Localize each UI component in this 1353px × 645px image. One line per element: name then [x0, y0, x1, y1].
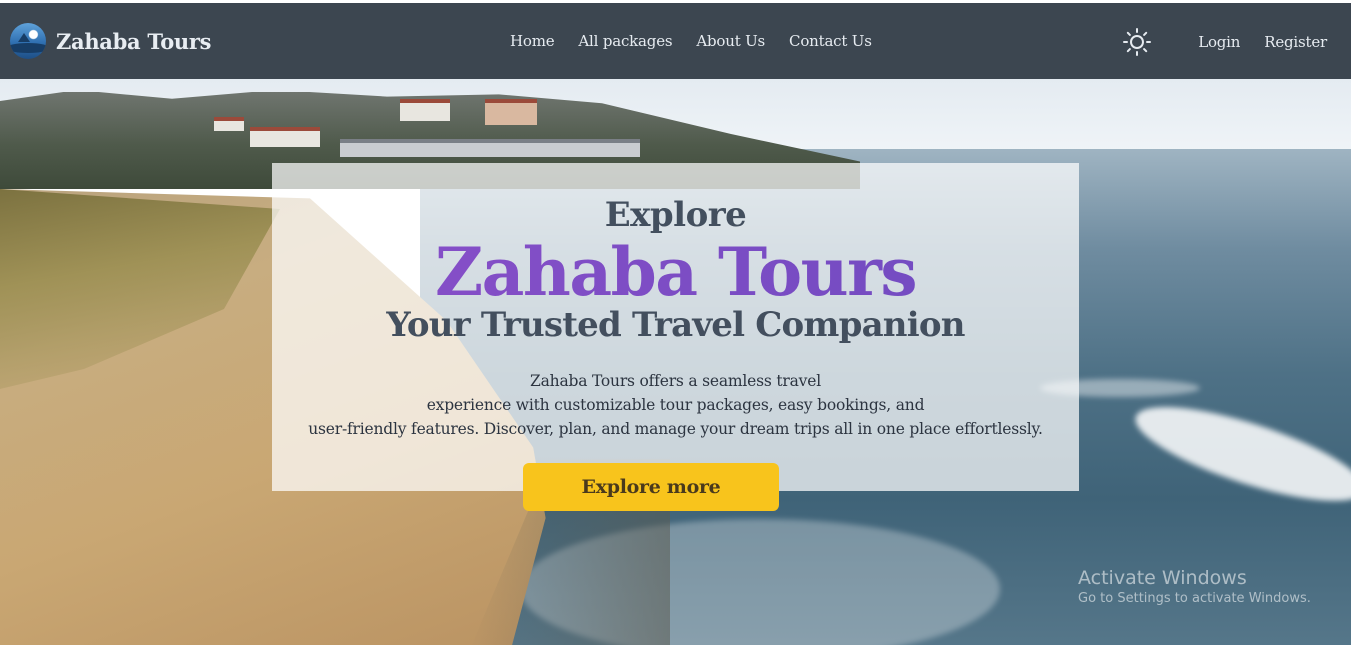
- hero-section: Explore Zahaba Tours Your Trusted Travel…: [0, 79, 1351, 645]
- os-activation-watermark: Activate Windows Go to Settings to activ…: [1078, 567, 1311, 606]
- brand-name[interactable]: Zahaba Tours: [56, 29, 212, 54]
- hero-description-line: experience with customizable tour packag…: [426, 396, 925, 414]
- register-link[interactable]: Register: [1264, 33, 1327, 51]
- beach-logo-icon: [10, 23, 46, 59]
- hero-tagline: Your Trusted Travel Companion: [386, 305, 965, 345]
- nav-home[interactable]: Home: [510, 32, 555, 50]
- login-link[interactable]: Login: [1198, 33, 1240, 51]
- hero-description-line: Zahaba Tours offers a seamless travel: [530, 372, 821, 390]
- hero-pre-title: Explore: [604, 195, 747, 235]
- hero-description: Zahaba Tours offers a seamless travel ex…: [272, 369, 1079, 441]
- nav-all-packages[interactable]: All packages: [578, 32, 672, 50]
- main-nav: Home All packages About Us Contact Us: [510, 32, 872, 50]
- hero-description-line: user-friendly features. Discover, plan, …: [308, 420, 1043, 438]
- hero-title: Zahaba Tours: [272, 233, 1079, 311]
- watermark-line: Go to Settings to activate Windows.: [1078, 591, 1311, 606]
- sun-icon[interactable]: [1122, 27, 1152, 57]
- navbar: Zahaba Tours Home All packages About Us …: [0, 3, 1351, 79]
- nav-contact-us[interactable]: Contact Us: [789, 32, 872, 50]
- explore-more-button[interactable]: Explore more: [523, 463, 779, 511]
- watermark-line: Activate Windows: [1078, 567, 1247, 589]
- hero-card: Explore Zahaba Tours Your Trusted Travel…: [272, 163, 1079, 491]
- brand[interactable]: Zahaba Tours: [10, 23, 212, 59]
- account-nav: Login Register: [1122, 27, 1327, 57]
- nav-about-us[interactable]: About Us: [696, 32, 765, 50]
